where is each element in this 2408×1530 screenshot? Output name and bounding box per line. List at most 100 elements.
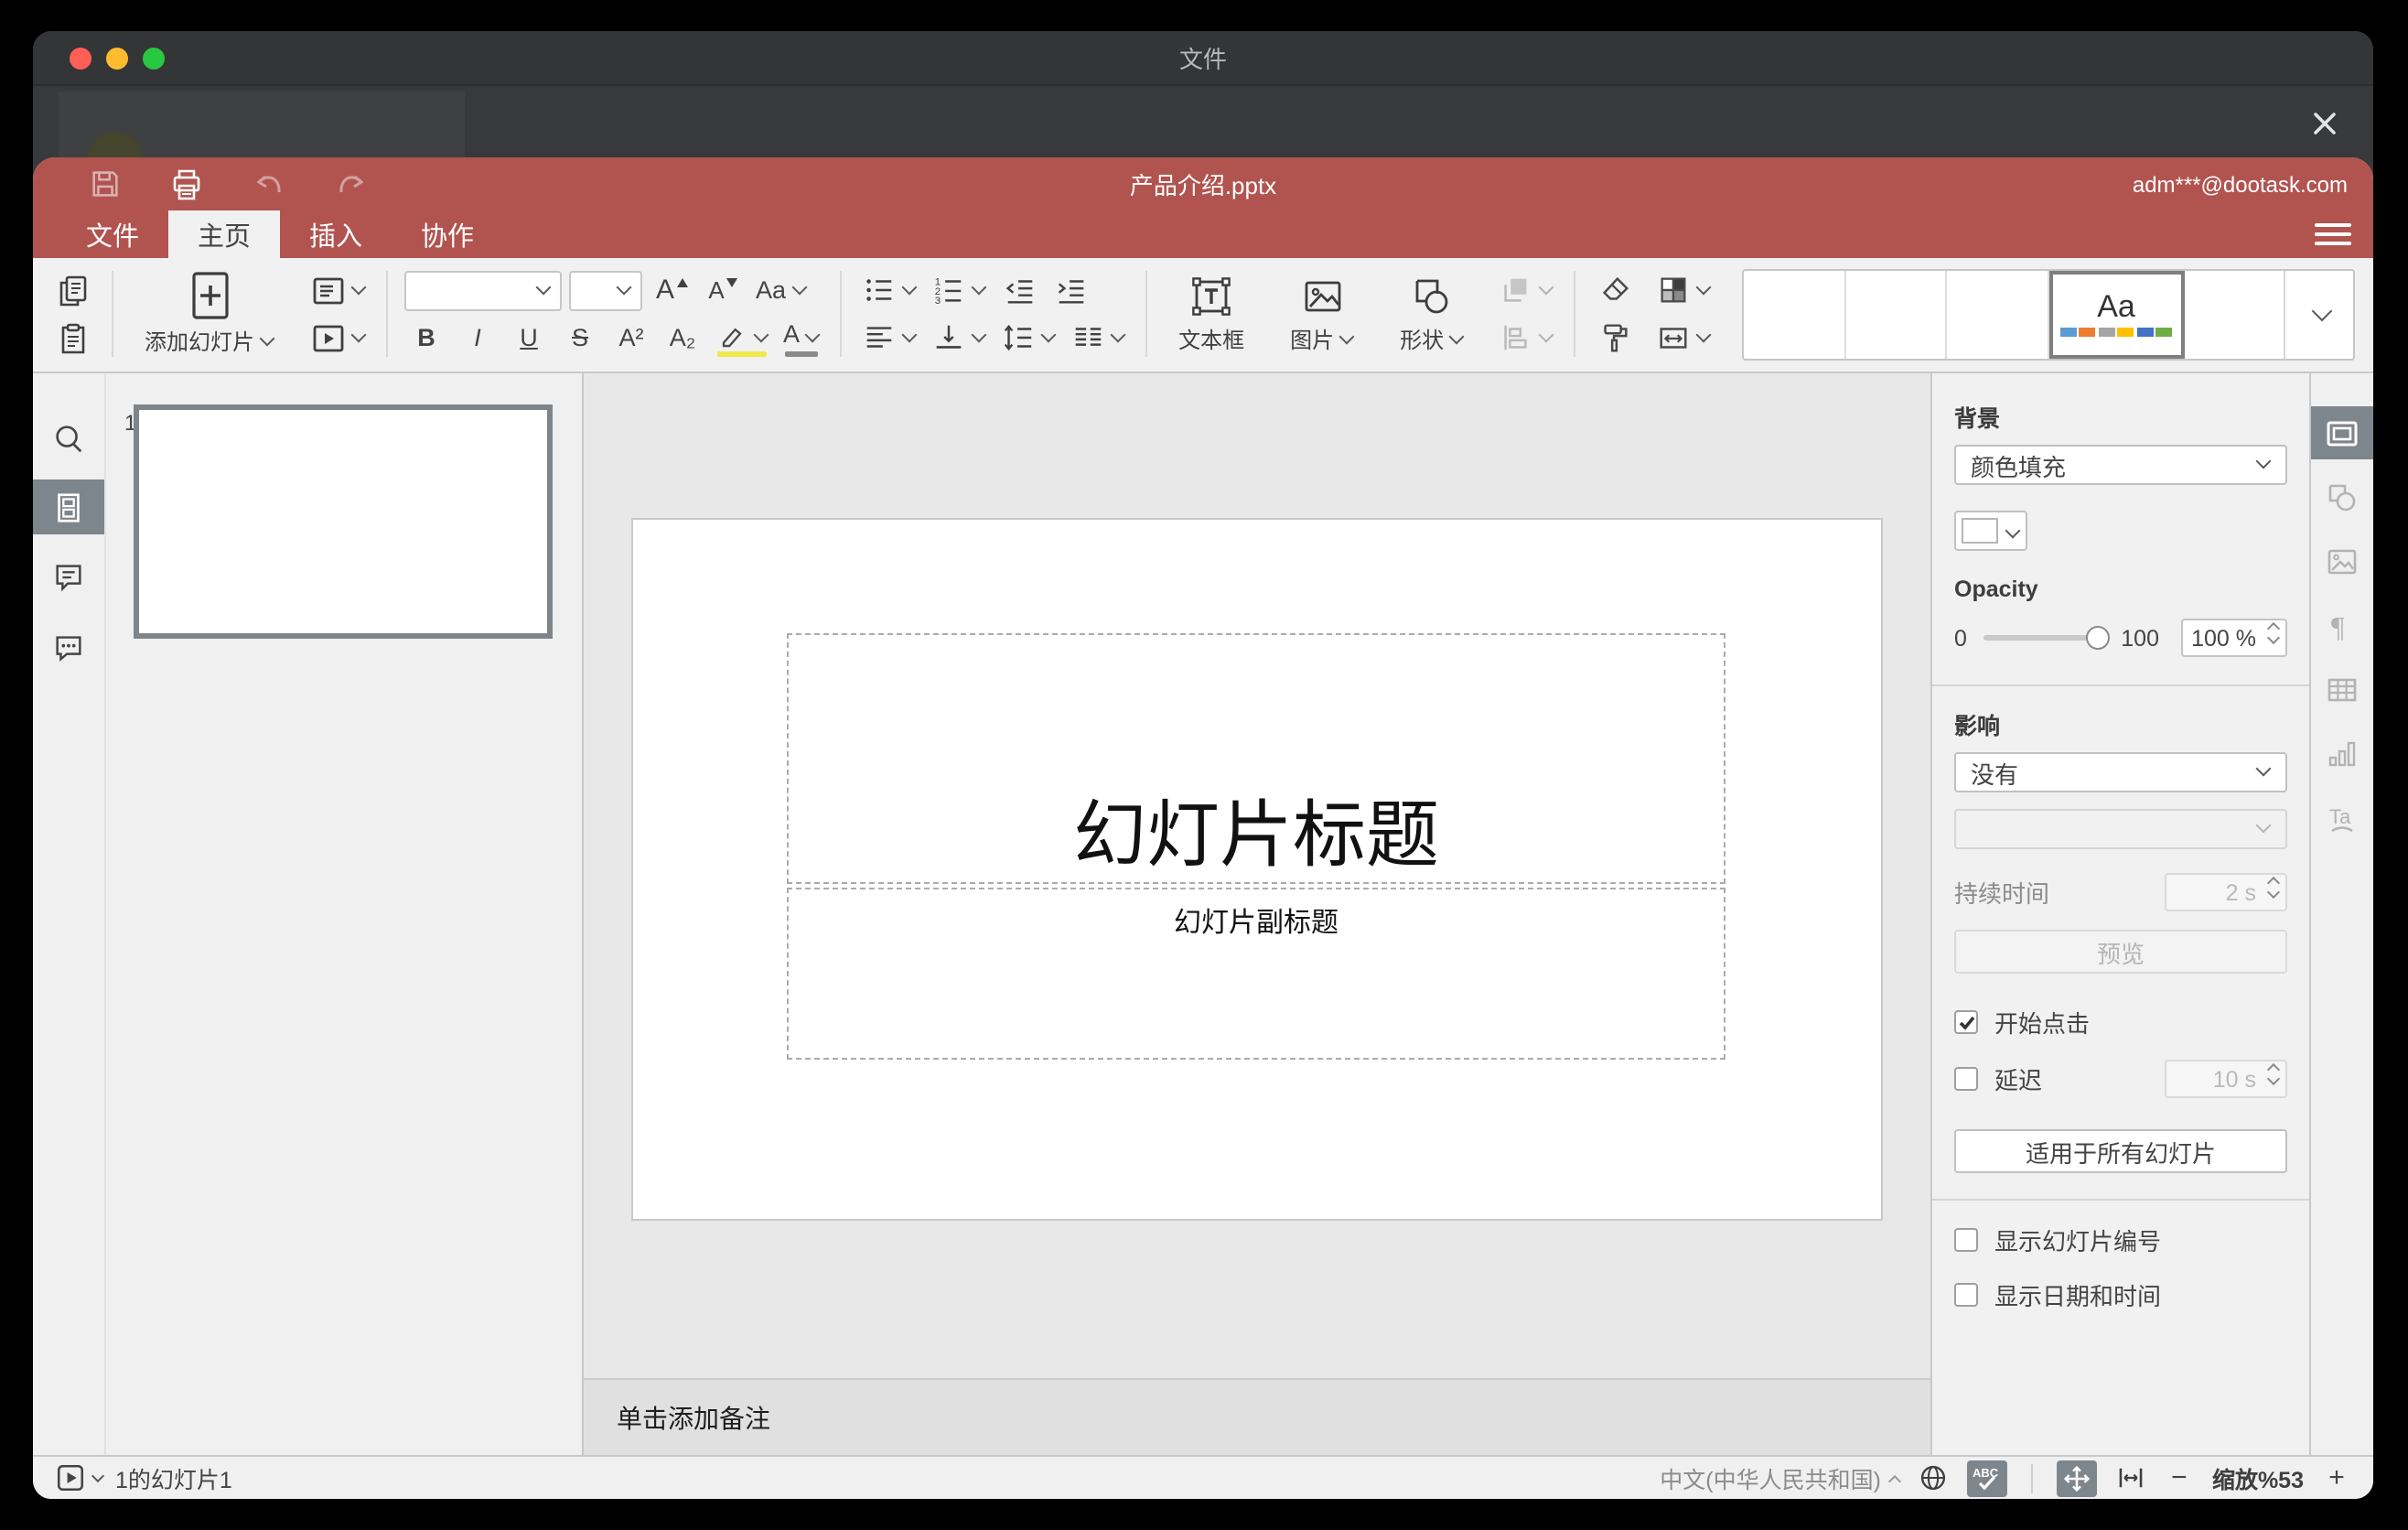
redo-button[interactable] [331, 164, 371, 204]
vertical-align-button[interactable] [928, 315, 990, 361]
paragraph-settings-button[interactable]: ¶ [2311, 598, 2373, 652]
tab-home[interactable]: 主页 [168, 210, 280, 258]
preview-button[interactable]: 预览 [1954, 930, 2287, 974]
change-case-button[interactable]: Aa [752, 267, 810, 313]
print-button[interactable] [167, 164, 207, 204]
background-fill-select[interactable]: 颜色填充 [1954, 445, 2287, 485]
language-selector[interactable]: 中文(中华人民共和国) [1660, 1460, 1902, 1495]
show-date-time-checkbox[interactable] [1954, 1283, 1978, 1307]
font-color-button[interactable]: A [779, 315, 823, 361]
indent-icon [1057, 280, 1083, 304]
chat-button[interactable] [33, 619, 104, 673]
slide-title-placeholder[interactable]: 幻灯片标题 [787, 633, 1725, 884]
menu-icon[interactable] [2315, 218, 2351, 251]
insert-image-button[interactable]: 图片 [1275, 267, 1369, 361]
slide-subtitle-placeholder[interactable]: 幻灯片副标题 [787, 888, 1725, 1060]
copy-button[interactable] [51, 267, 95, 313]
comments-button[interactable] [33, 549, 104, 604]
close-editor-button[interactable] [2304, 102, 2344, 143]
tab-insert[interactable]: 插入 [280, 210, 392, 258]
copy-style-button[interactable] [1592, 315, 1636, 361]
textart-settings-button[interactable]: Ta [2311, 791, 2373, 844]
zoom-out-button[interactable]: − [2165, 1462, 2194, 1493]
minimize-traffic-light[interactable] [106, 48, 128, 70]
clear-style-button[interactable] [1592, 267, 1636, 313]
columns-button[interactable] [1067, 315, 1129, 361]
theme-thumbnail[interactable] [1744, 270, 1846, 358]
zoom-in-button[interactable]: + [2322, 1462, 2351, 1493]
slide-tools-group [306, 267, 370, 361]
tab-collaboration[interactable]: 协作 [392, 210, 503, 258]
spellcheck-toggle[interactable]: ABC [1966, 1460, 2007, 1496]
fit-to-slide-button[interactable] [2056, 1460, 2097, 1496]
image-settings-button[interactable] [2311, 534, 2373, 587]
decrease-font-button[interactable]: A [701, 267, 745, 313]
effect-select[interactable]: 没有 [1954, 752, 2287, 792]
superscript-button[interactable]: A² [609, 315, 653, 361]
horizontal-align-button[interactable] [858, 315, 920, 361]
highlight-color-button[interactable] [712, 315, 772, 361]
opacity-slider-thumb[interactable] [2086, 625, 2111, 649]
delay-checkbox[interactable] [1954, 1067, 1978, 1091]
paste-button[interactable] [51, 315, 95, 361]
search-button[interactable] [33, 410, 104, 465]
notes-area[interactable]: 单击添加备注 [584, 1378, 1930, 1455]
table-settings-button[interactable] [2311, 663, 2373, 716]
slides-panel-button[interactable] [33, 479, 104, 534]
insert-shape-button[interactable]: 形状 [1385, 267, 1478, 361]
undo-button[interactable] [249, 164, 289, 204]
slide-canvas[interactable]: 幻灯片标题 幻灯片副标题 [631, 518, 1883, 1221]
bold-button[interactable]: B [404, 315, 448, 361]
show-slide-number-checkbox[interactable] [1954, 1228, 1978, 1252]
theme-thumbnail[interactable] [2184, 270, 2284, 358]
chart-settings-button[interactable] [2311, 727, 2373, 780]
font-size-combo[interactable] [569, 270, 643, 310]
underline-button[interactable]: U [507, 315, 551, 361]
color-scheme-button[interactable] [1652, 267, 1715, 313]
theme-gallery-expand-button[interactable] [2284, 270, 2353, 358]
increase-indent-button[interactable] [1048, 267, 1092, 313]
maximize-traffic-light[interactable] [143, 48, 165, 70]
spinner-arrows-icon[interactable] [2266, 621, 2281, 645]
font-name-combo[interactable] [404, 270, 563, 310]
effect-type-select[interactable] [1954, 809, 2287, 849]
increase-font-button[interactable]: A [650, 267, 693, 313]
document-language-button[interactable] [1918, 1462, 1949, 1493]
background-color-swatch[interactable] [1954, 511, 2027, 551]
theme-thumbnail[interactable] [1845, 270, 1948, 358]
strikeout-button[interactable]: S [558, 315, 602, 361]
slide-thumbnail-1[interactable] [134, 404, 553, 639]
start-on-click-checkbox[interactable] [1954, 1010, 1978, 1034]
insert-textbox-button[interactable]: 文本框 [1164, 267, 1259, 361]
opacity-slider[interactable] [1983, 625, 2111, 649]
shape-settings-button[interactable] [2311, 470, 2373, 523]
duration-spinner[interactable]: 2 s [2165, 873, 2287, 911]
delay-spinner[interactable]: 10 s [2165, 1060, 2287, 1098]
theme-thumbnail-selected[interactable]: Aa [2048, 270, 2185, 358]
add-slide-button[interactable]: 添加幻灯片 [130, 267, 289, 361]
opacity-spinner[interactable]: 100 % [2181, 619, 2287, 657]
line-spacing-button[interactable] [997, 315, 1059, 361]
arrange-shapes-button[interactable] [1495, 267, 1557, 313]
apply-to-all-slides-button[interactable]: 适用于所有幻灯片 [1954, 1129, 2287, 1173]
numbering-button[interactable]: 123 [928, 267, 990, 313]
decrease-indent-button[interactable] [997, 267, 1041, 313]
save-button[interactable] [84, 164, 124, 204]
slide-size-button[interactable] [1652, 315, 1715, 361]
bullets-button[interactable] [858, 267, 920, 313]
subscript-button[interactable]: A₂ [661, 315, 704, 361]
tab-file[interactable]: 文件 [57, 210, 168, 258]
start-preview-button[interactable] [55, 1462, 105, 1493]
align-shapes-button[interactable] [1495, 315, 1557, 361]
decrease-font-glyph: A [708, 276, 725, 304]
start-slideshow-button[interactable] [306, 315, 370, 361]
home-toolbar: 添加幻灯片 A A Aa B I U S A² A₂ A 1 2 3 文本框 图… [33, 258, 2373, 373]
theme-thumbnail[interactable] [1947, 270, 2049, 358]
change-layout-button[interactable] [306, 267, 370, 313]
slide-settings-button[interactable] [2311, 406, 2373, 459]
italic-button[interactable]: I [456, 315, 500, 361]
close-traffic-light[interactable] [70, 48, 91, 70]
spinner-arrows-icon[interactable] [2266, 1062, 2281, 1086]
spinner-arrows-icon[interactable] [2266, 876, 2281, 900]
fit-to-width-button[interactable] [2115, 1462, 2146, 1493]
